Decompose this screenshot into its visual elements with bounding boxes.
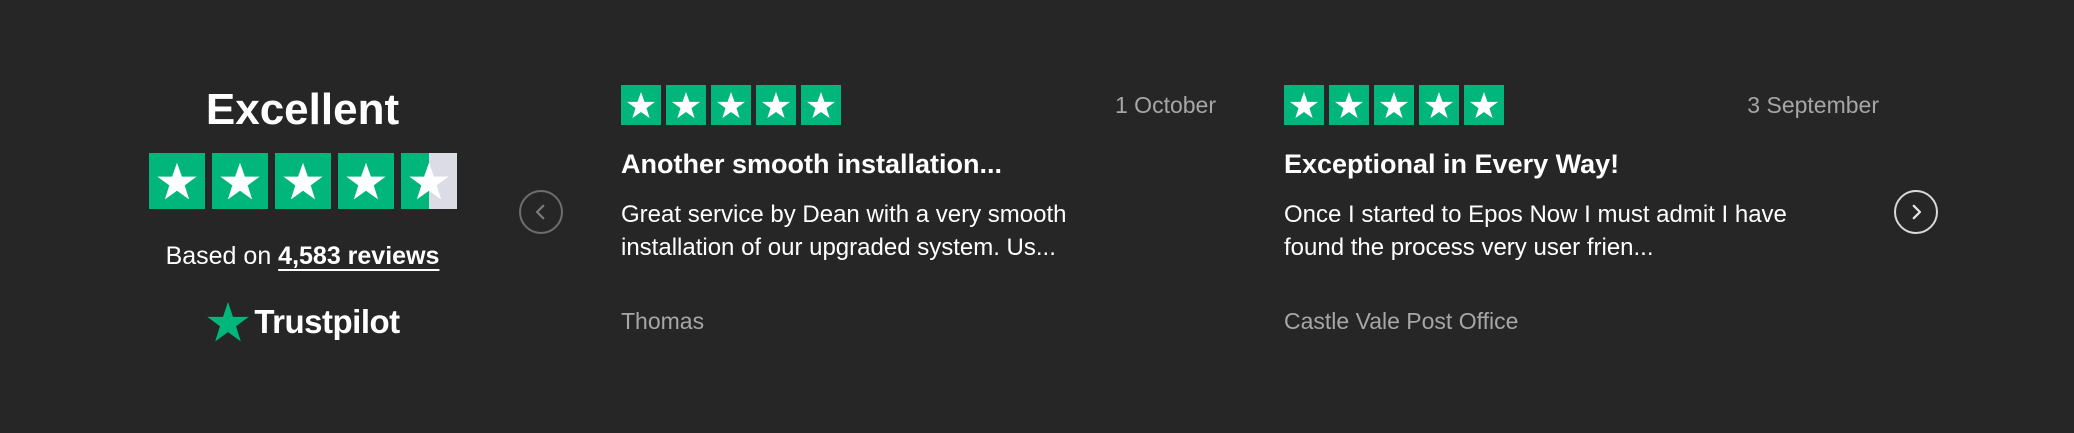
- review-excerpt: Once I started to Epos Now I must admit …: [1284, 201, 1787, 261]
- next-review-button[interactable]: [1894, 190, 1938, 234]
- review-card[interactable]: 3 September Exceptional in Every Way! On…: [1284, 85, 1879, 334]
- star-icon: [711, 85, 751, 125]
- star-icon: [801, 85, 841, 125]
- review-star-rating: [1284, 85, 1504, 125]
- star-icon: [1419, 85, 1459, 125]
- star-icon: [666, 85, 706, 125]
- review-date: 3 September: [1747, 91, 1879, 118]
- review-date: 1 October: [1115, 91, 1216, 118]
- star-icon: [1464, 85, 1504, 125]
- review-card[interactable]: 1 October Another smooth installation...…: [621, 85, 1216, 334]
- review-star-rating: [621, 85, 841, 125]
- star-icon: [1284, 85, 1324, 125]
- trustpilot-logo[interactable]: Trustpilot: [205, 299, 400, 345]
- star-icon: [211, 153, 268, 209]
- review-excerpt: Great service by Dean with a very smooth…: [621, 201, 1067, 261]
- trustpilot-review-carousel: Excellent Based on 4,583 reviews Trustpi…: [0, 0, 2074, 433]
- star-icon: [337, 153, 394, 209]
- review-title: Another smooth installation...: [621, 149, 1003, 179]
- star-icon: [756, 85, 796, 125]
- star-icon: [148, 153, 205, 209]
- rating-label: Excellent: [205, 85, 400, 134]
- trustpilot-star-icon: [207, 301, 250, 342]
- review-header: 3 September: [1284, 85, 1879, 125]
- trustpilot-wordmark: Trustpilot: [254, 303, 400, 340]
- star-icon: [1374, 85, 1414, 125]
- review-count: Based on 4,583 reviews: [140, 241, 465, 271]
- star-icon: [1329, 85, 1369, 125]
- star-icon: [400, 153, 457, 209]
- rating-summary: Excellent Based on 4,583 reviews Trustpi…: [140, 80, 465, 350]
- review-title: Exceptional in Every Way!: [1284, 149, 1620, 179]
- review-header: 1 October: [621, 85, 1216, 125]
- chevron-right-icon: [1912, 204, 1922, 220]
- star-icon: [621, 85, 661, 125]
- previous-review-button[interactable]: [519, 190, 563, 234]
- based-on-label: Based on: [165, 242, 279, 270]
- star-icon: [274, 153, 331, 209]
- reviews-link[interactable]: 4,583 reviews: [278, 242, 439, 270]
- summary-star-rating: [148, 153, 457, 209]
- review-author: Thomas: [621, 308, 705, 334]
- review-author: Castle Vale Post Office: [1284, 308, 1519, 334]
- chevron-left-icon: [535, 204, 545, 220]
